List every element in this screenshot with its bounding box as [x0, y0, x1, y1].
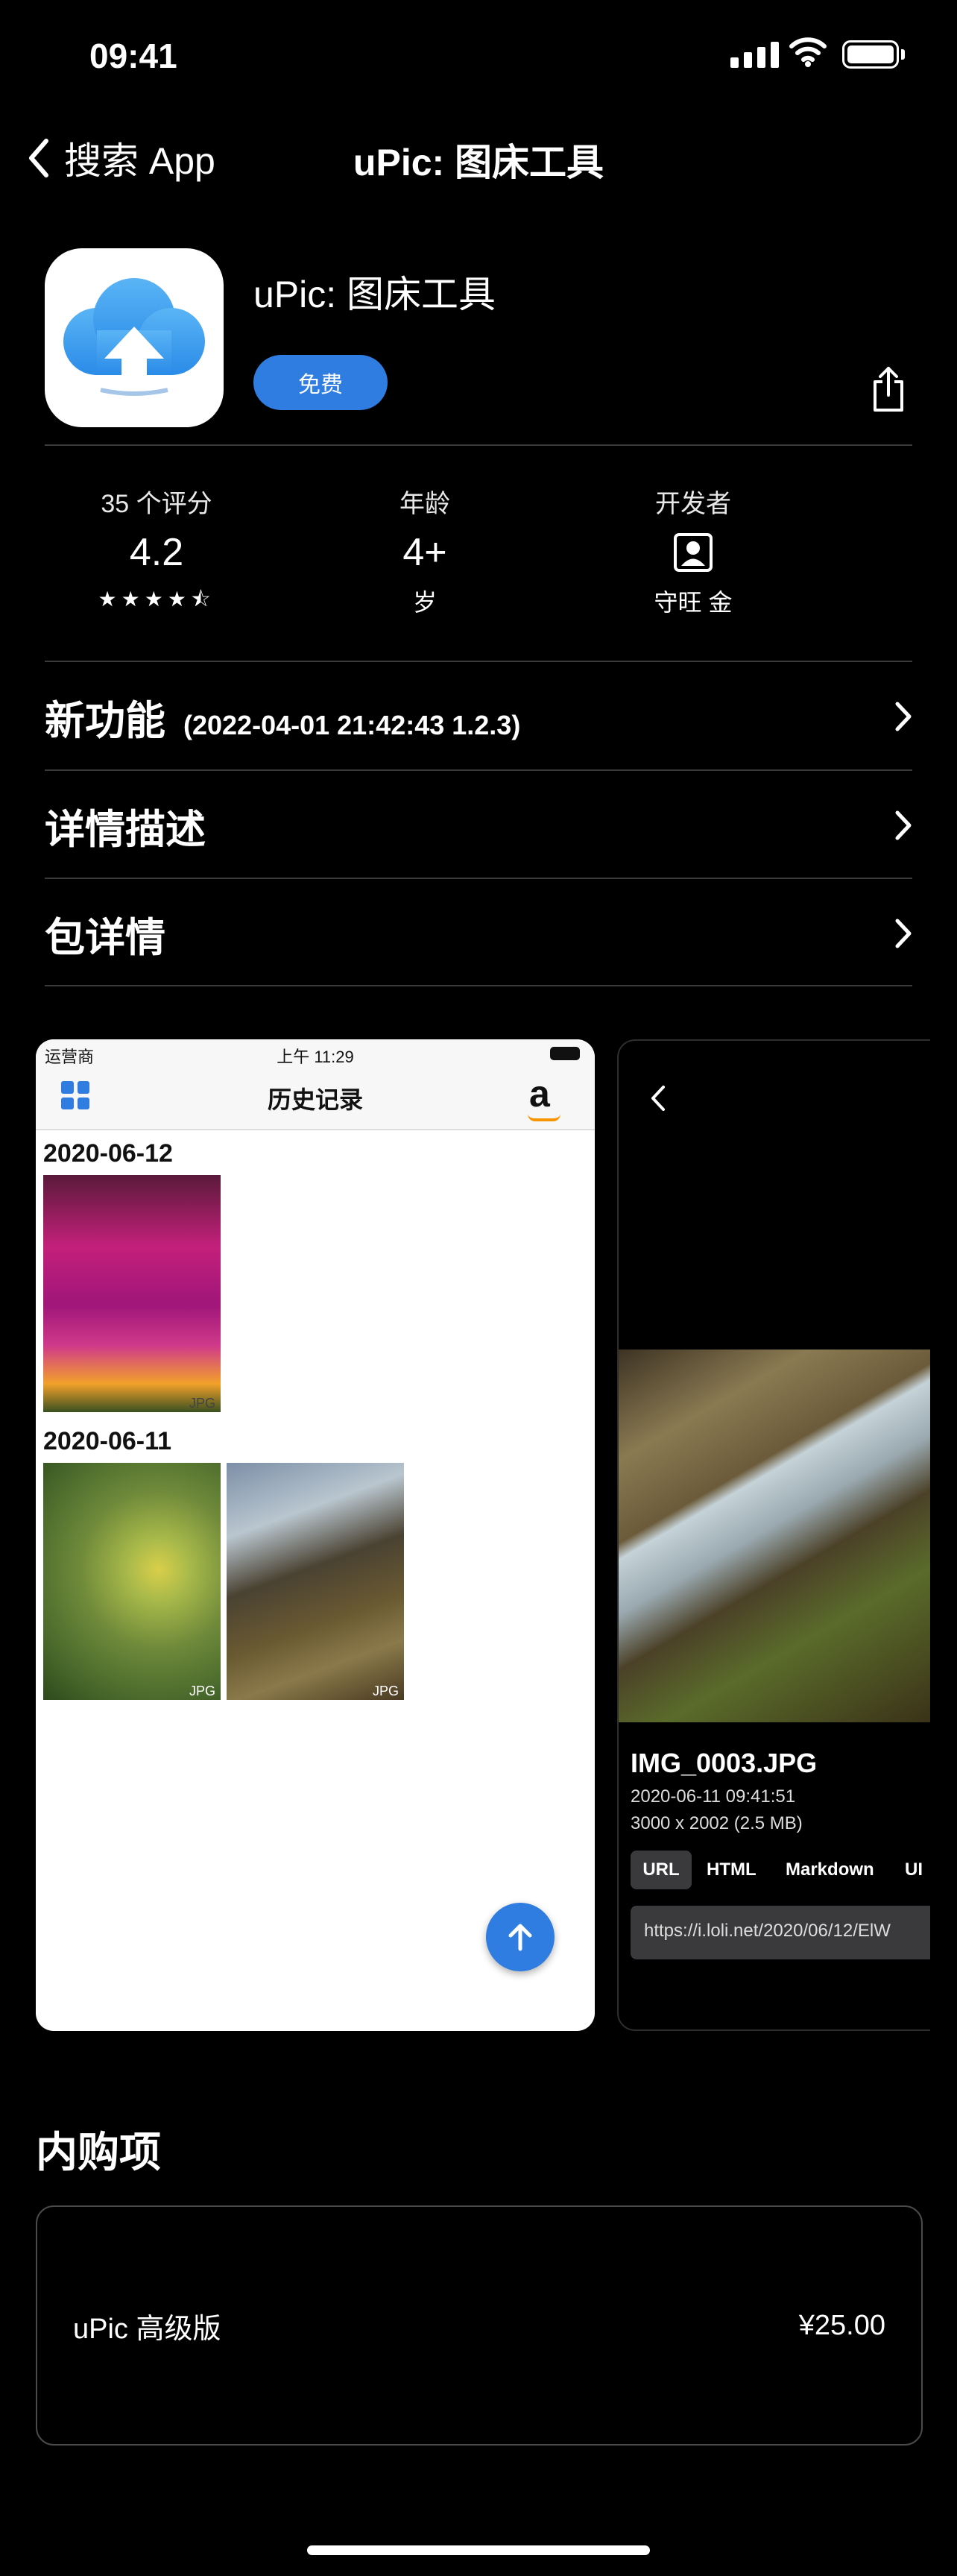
ratings-stat: 35 个评分 4.2 ★★★★⯪	[45, 483, 268, 620]
divider	[45, 444, 912, 446]
share-icon[interactable]	[871, 365, 906, 413]
tab-ubb[interactable]: UI	[905, 1859, 923, 1880]
chevron-left-icon	[29, 139, 48, 177]
file-type-badge: JPG	[189, 1396, 216, 1411]
chevron-right-icon	[895, 810, 912, 840]
description-row[interactable]: 详情描述	[45, 771, 912, 880]
arrow-up-icon	[508, 1924, 532, 1951]
battery-icon	[842, 40, 899, 69]
date-label: 2020-06-11	[43, 1427, 172, 1455]
status-time: 09:41	[89, 37, 177, 75]
file-type-badge: JPG	[189, 1684, 216, 1698]
person-icon	[674, 533, 713, 572]
nav-title: uPic: 图床工具	[353, 142, 604, 183]
back-button[interactable]: 搜索 App	[27, 131, 215, 185]
rating-stars: ★★★★⯪	[98, 588, 215, 611]
mini-time: 上午 11:29	[277, 1048, 354, 1066]
cellular-signal-icon	[730, 42, 779, 68]
iap-item[interactable]: uPic 高级版 ¥25.00	[36, 2205, 923, 2446]
mini-divider	[36, 1129, 595, 1130]
date-label: 2020-06-12	[43, 1139, 173, 1168]
amazon-smile	[528, 1114, 560, 1121]
age-value: 4+	[402, 531, 447, 574]
back-label: 搜索 App	[64, 140, 215, 182]
iap-item-price: ¥25.00	[798, 2309, 885, 2341]
age-stat: 年龄 4+ 岁	[313, 483, 537, 618]
detail-photo	[619, 1350, 930, 1722]
file-type-badge: JPG	[373, 1684, 399, 1698]
url-field[interactable]: https://i.loli.net/2020/06/12/ElW	[631, 1906, 930, 1959]
ratings-label: 35 个评分	[101, 490, 212, 518]
description-title: 详情描述	[45, 807, 206, 852]
iap-item-name: uPic 高级版	[73, 2313, 221, 2345]
file-name: IMG_0003.JPG	[631, 1748, 818, 1778]
age-unit: 岁	[412, 589, 437, 616]
app-icon	[45, 248, 224, 427]
wifi-icon	[789, 37, 827, 67]
divider	[45, 985, 912, 986]
whats-new-title: 新功能	[45, 698, 165, 743]
mini-title: 历史记录	[267, 1086, 363, 1113]
chevron-left-icon	[651, 1086, 665, 1111]
file-size: 3000 x 2002 (2.5 MB)	[631, 1813, 803, 1833]
amazon-icon: a	[529, 1073, 550, 1115]
file-datetime: 2020-06-11 09:41:51	[631, 1786, 796, 1807]
developer-name: 守旺 金	[654, 589, 733, 616]
battery-nub	[901, 49, 905, 60]
screenshot-detail[interactable]: IMG_0003.JPG 2020-06-11 09:41:51 3000 x …	[617, 1039, 930, 2031]
package-row[interactable]: 包详情	[45, 879, 912, 988]
tab-url[interactable]: URL	[631, 1851, 692, 1889]
app-name: uPic: 图床工具	[253, 274, 496, 315]
photo-thumbnail[interactable]	[227, 1463, 404, 1700]
whats-new-meta: (2022-04-01 21:42:43 1.2.3)	[183, 709, 521, 740]
photo-thumbnail[interactable]	[43, 1175, 221, 1412]
whats-new-row[interactable]: 新功能 (2022-04-01 21:42:43 1.2.3)	[45, 662, 912, 771]
rating-value: 4.2	[129, 531, 184, 574]
cloud-upload-icon	[63, 278, 205, 396]
package-title: 包详情	[45, 915, 165, 960]
home-indicator[interactable]	[307, 2545, 650, 2555]
tab-html[interactable]: HTML	[707, 1859, 757, 1880]
upload-fab[interactable]	[486, 1903, 555, 1971]
screenshot-history[interactable]: 运营商 上午 11:29 历史记录 a 2020-06-12 JPG 2020-…	[36, 1039, 595, 2031]
chevron-right-icon	[895, 919, 912, 948]
photo-thumbnail[interactable]	[43, 1463, 221, 1700]
developer-stat[interactable]: 开发者 守旺 金	[581, 483, 805, 618]
tab-markdown[interactable]: Markdown	[786, 1859, 874, 1880]
mini-battery-icon	[550, 1047, 580, 1060]
chevron-right-icon	[895, 702, 912, 731]
iap-section-title: 内购项	[36, 2129, 161, 2176]
age-label: 年龄	[399, 490, 450, 518]
get-button[interactable]: 免费	[253, 355, 388, 410]
developer-label: 开发者	[655, 490, 731, 518]
